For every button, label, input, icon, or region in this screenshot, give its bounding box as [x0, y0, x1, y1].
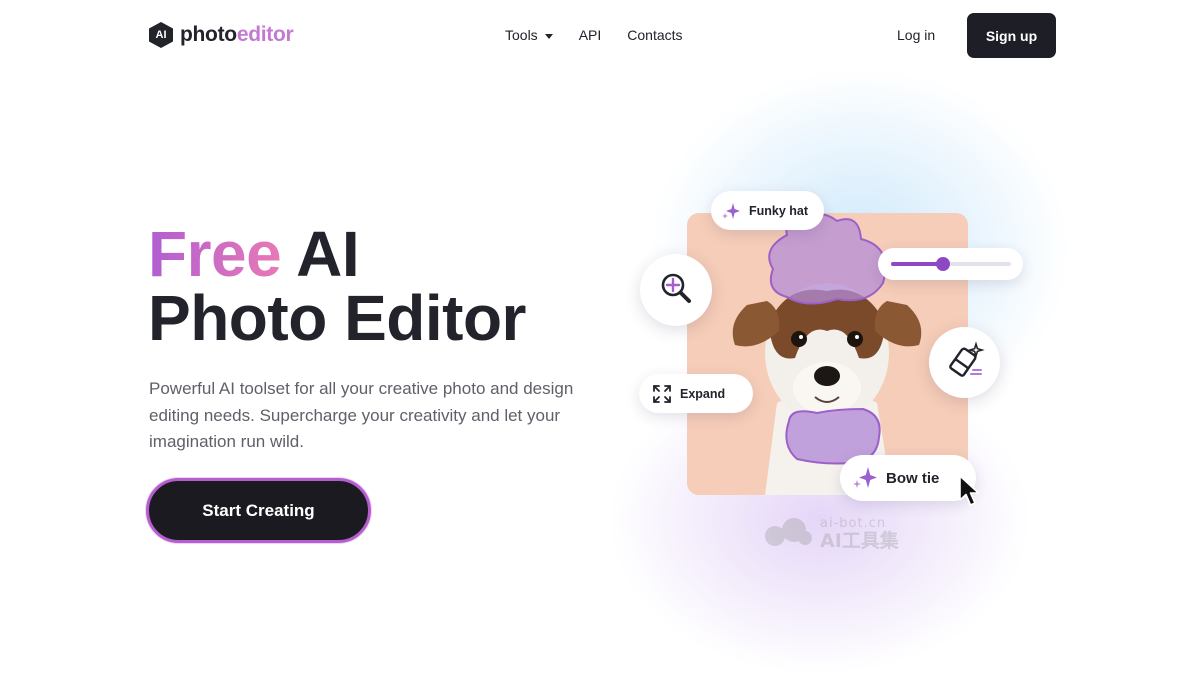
watermark: ai-bot.cn AI工具集	[760, 516, 899, 551]
nav-item-label: Contacts	[627, 27, 683, 43]
bow-tie-label: Bow tie	[886, 469, 940, 487]
nav-item-api[interactable]: API	[579, 27, 602, 43]
nav-item-label: Tools	[505, 27, 538, 43]
login-link[interactable]: Log in	[897, 27, 935, 43]
logo-mark: AI	[149, 22, 173, 48]
watermark-logo-icon	[760, 516, 812, 551]
brush-size-slider[interactable]	[878, 248, 1023, 280]
zoom-in-button[interactable]	[640, 254, 712, 326]
hero-headline: Free AI Photo Editor	[148, 222, 526, 350]
start-creating-button[interactable]: Start Creating	[146, 478, 371, 543]
caret-down-icon	[544, 33, 553, 39]
watermark-small: ai-bot.cn	[820, 516, 887, 531]
expand-chip[interactable]: Expand	[639, 374, 753, 413]
cursor-icon	[957, 474, 983, 513]
slider-fill	[891, 262, 943, 266]
logo-text-photo: photo	[180, 23, 237, 46]
sparkle-icon	[721, 202, 741, 220]
eraser-icon	[945, 340, 985, 385]
zoom-in-icon	[658, 270, 694, 311]
main-nav: Tools API Contacts	[505, 27, 709, 43]
slider-thumb[interactable]	[935, 257, 950, 271]
sparkle-icon	[852, 466, 878, 490]
watermark-big: AI工具集	[820, 530, 899, 552]
slider-track	[891, 257, 1011, 271]
funky-hat-chip[interactable]: Funky hat	[711, 191, 824, 230]
nav-item-label: API	[578, 27, 602, 43]
nav-item-tools[interactable]: Tools	[505, 27, 553, 43]
site-header: AI photoeditor Tools API Contacts Log in…	[0, 0, 1200, 72]
headline-accent: Free	[148, 218, 282, 290]
logo-text: photoeditor	[180, 23, 294, 47]
bow-tie-chip[interactable]: Bow tie	[840, 455, 976, 501]
logo-text-editor: editor	[236, 23, 294, 46]
watermark-text: ai-bot.cn AI工具集	[820, 516, 899, 551]
signup-button[interactable]: Sign up	[967, 13, 1056, 58]
hero-subtext: Powerful AI toolset for all your creativ…	[149, 379, 574, 451]
eraser-button[interactable]	[929, 327, 1000, 398]
headline-line2: Photo Editor	[148, 282, 526, 354]
expand-label: Expand	[680, 386, 726, 401]
headline-line1-rest: AI	[281, 218, 360, 290]
funky-hat-label: Funky hat	[749, 203, 809, 218]
expand-icon	[652, 384, 672, 404]
logo[interactable]: AI photoeditor	[149, 22, 294, 48]
nav-item-contacts[interactable]: Contacts	[627, 27, 682, 43]
